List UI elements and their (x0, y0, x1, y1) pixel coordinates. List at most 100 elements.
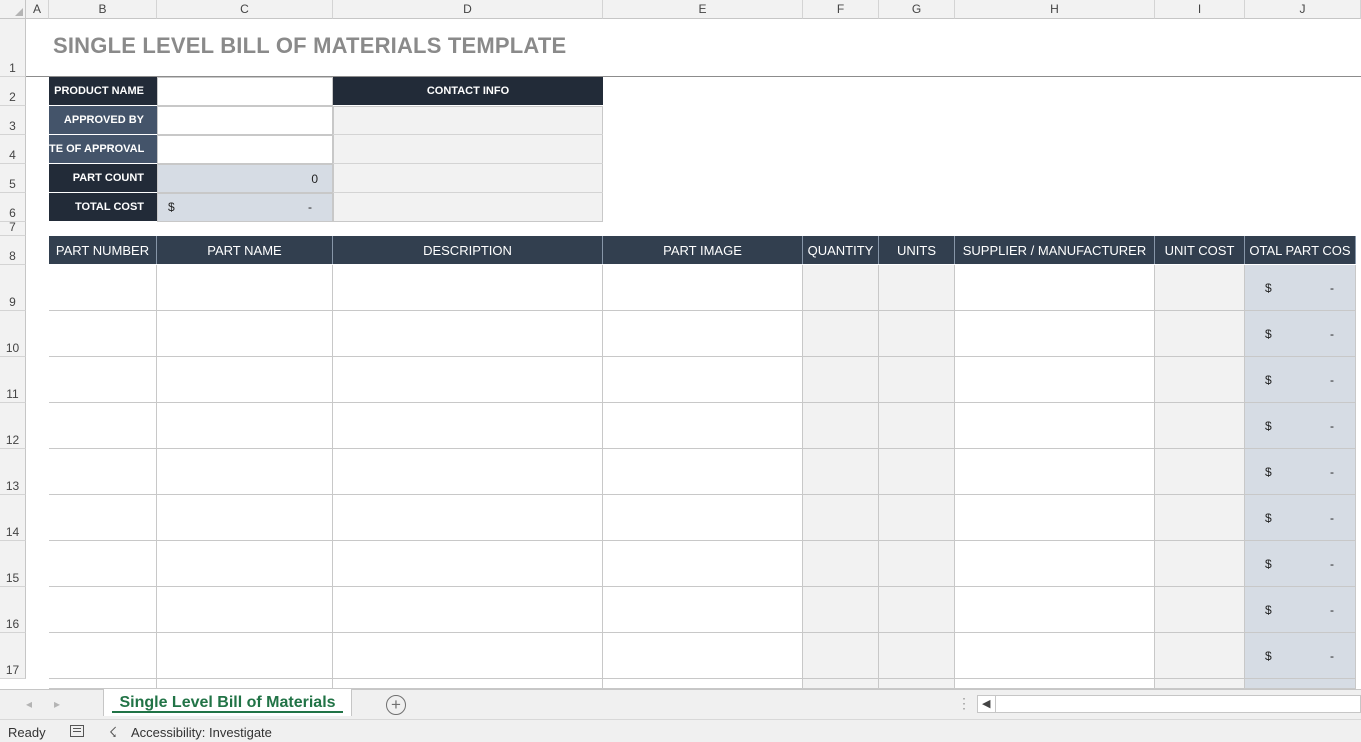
table-cell[interactable] (955, 403, 1155, 449)
row-header-17[interactable]: 17 (0, 633, 26, 679)
table-cell[interactable] (333, 679, 603, 689)
column-header-c[interactable]: C (157, 0, 333, 19)
table-cell[interactable] (157, 679, 333, 689)
table-cell[interactable] (1155, 449, 1245, 495)
table-cell[interactable] (1155, 495, 1245, 541)
column-header-i[interactable]: I (1155, 0, 1245, 19)
table-cell[interactable] (879, 357, 955, 403)
table-cell[interactable] (803, 633, 879, 679)
table-cell[interactable] (1155, 265, 1245, 311)
table-cell[interactable] (1155, 587, 1245, 633)
table-cell[interactable] (49, 633, 157, 679)
table-cell[interactable] (955, 311, 1155, 357)
table-cell[interactable] (333, 403, 603, 449)
row-header-11[interactable]: 11 (0, 357, 26, 403)
table-cell[interactable] (603, 495, 803, 541)
table-cell[interactable] (333, 541, 603, 587)
table-cell[interactable]: $ - (1245, 541, 1356, 587)
row-header-16[interactable]: 16 (0, 587, 26, 633)
table-cell[interactable] (803, 587, 879, 633)
table-cell[interactable]: $ - (1245, 265, 1356, 311)
table-cell[interactable] (955, 265, 1155, 311)
table-cell[interactable] (879, 587, 955, 633)
table-cell[interactable] (803, 311, 879, 357)
column-header-e[interactable]: E (603, 0, 803, 19)
table-cell[interactable] (157, 633, 333, 679)
table-cell[interactable] (803, 541, 879, 587)
column-header-f[interactable]: F (803, 0, 879, 19)
table-cell[interactable]: $ - (1245, 587, 1356, 633)
table-cell[interactable] (157, 495, 333, 541)
tab-scroll-left-icon[interactable]: ◂ (26, 697, 32, 711)
table-cell[interactable] (955, 357, 1155, 403)
row-header-6[interactable]: 6 (0, 193, 26, 222)
table-cell[interactable] (603, 633, 803, 679)
table-cell[interactable] (49, 587, 157, 633)
table-cell[interactable] (879, 311, 955, 357)
table-cell[interactable] (803, 495, 879, 541)
table-cell[interactable] (1155, 633, 1245, 679)
table-cell[interactable]: $ - (1245, 633, 1356, 679)
table-cell[interactable] (803, 403, 879, 449)
table-cell[interactable]: $ - (1245, 357, 1356, 403)
product-name-input[interactable] (157, 77, 333, 106)
table-cell[interactable] (1155, 679, 1245, 689)
add-sheet-icon[interactable]: + (386, 695, 406, 715)
column-header-j[interactable]: J (1245, 0, 1361, 19)
accessibility-icon[interactable]: ☇ (109, 724, 117, 741)
row-header-9[interactable]: 9 (0, 265, 26, 311)
column-header-g[interactable]: G (879, 0, 955, 19)
table-cell[interactable] (955, 495, 1155, 541)
table-cell[interactable] (603, 311, 803, 357)
part-count-value-cell[interactable]: 0 (157, 164, 333, 193)
table-cell[interactable] (157, 265, 333, 311)
table-cell[interactable] (1155, 403, 1245, 449)
table-cell[interactable] (879, 495, 955, 541)
table-cell[interactable]: $ - (1245, 449, 1356, 495)
table-cell[interactable] (49, 679, 157, 689)
row-header-13[interactable]: 13 (0, 449, 26, 495)
table-cell[interactable] (955, 587, 1155, 633)
table-cell[interactable] (157, 587, 333, 633)
table-cell[interactable]: $ - (1245, 403, 1356, 449)
table-cell[interactable] (879, 403, 955, 449)
row-header-15[interactable]: 15 (0, 541, 26, 587)
sheet-tab-active[interactable]: Single Level Bill of Materials (103, 689, 352, 716)
table-cell[interactable]: $ - (1245, 311, 1356, 357)
table-cell[interactable] (49, 449, 157, 495)
tab-scroll-right-icon[interactable]: ▸ (54, 697, 60, 711)
table-cell[interactable] (803, 265, 879, 311)
table-cell[interactable] (1245, 679, 1356, 689)
table-cell[interactable] (157, 357, 333, 403)
table-cell[interactable] (603, 541, 803, 587)
table-cell[interactable] (157, 449, 333, 495)
table-cell[interactable] (49, 541, 157, 587)
table-cell[interactable] (157, 541, 333, 587)
column-header-b[interactable]: B (49, 0, 157, 19)
select-all-corner[interactable] (0, 0, 26, 19)
row-header-5[interactable]: 5 (0, 164, 26, 193)
row-header-14[interactable]: 14 (0, 495, 26, 541)
table-cell[interactable] (603, 265, 803, 311)
date-of-approval-input[interactable] (157, 135, 333, 164)
table-cell[interactable] (803, 449, 879, 495)
accessibility-status[interactable]: Accessibility: Investigate (131, 725, 272, 740)
row-header-8[interactable]: 8 (0, 236, 26, 265)
scroll-left-arrow-icon[interactable]: ◀ (982, 697, 990, 710)
table-cell[interactable] (955, 541, 1155, 587)
table-cell[interactable] (333, 449, 603, 495)
row-header-4[interactable]: 4 (0, 135, 26, 164)
row-header-7[interactable]: 7 (0, 220, 26, 236)
table-cell[interactable] (333, 495, 603, 541)
table-cell[interactable] (333, 311, 603, 357)
column-header-h[interactable]: H (955, 0, 1155, 19)
approved-by-input[interactable] (157, 106, 333, 135)
column-header-a[interactable]: A (26, 0, 49, 19)
table-cell[interactable] (879, 679, 955, 689)
column-header-d[interactable]: D (333, 0, 603, 19)
total-cost-value-cell[interactable]: $ - (157, 193, 333, 222)
table-cell[interactable] (49, 495, 157, 541)
table-cell[interactable] (603, 679, 803, 689)
table-cell[interactable] (879, 541, 955, 587)
table-cell[interactable] (1155, 311, 1245, 357)
